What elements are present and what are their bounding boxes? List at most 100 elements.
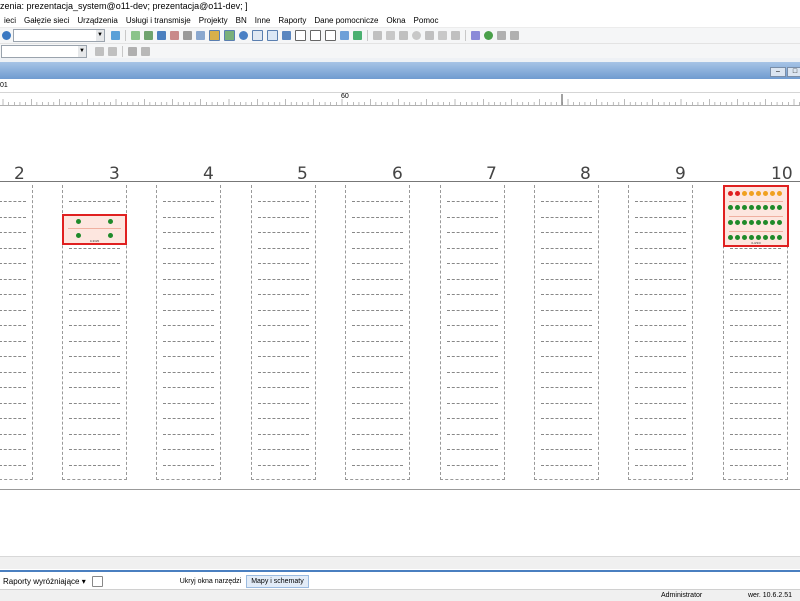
rack-slot[interactable] [163, 371, 214, 373]
rack-slot[interactable] [0, 418, 26, 419]
rack-slot[interactable] [541, 418, 592, 419]
menu-projekty[interactable]: Projekty [195, 16, 232, 25]
rack-slot[interactable] [352, 340, 403, 342]
rack-slot[interactable] [258, 464, 309, 466]
rack-slot[interactable] [352, 263, 403, 264]
rack-slot[interactable] [163, 294, 214, 295]
port-dot[interactable] [742, 235, 747, 240]
rack-slot[interactable] [163, 309, 214, 311]
port-dot[interactable] [770, 220, 775, 225]
rack-slot[interactable] [541, 263, 592, 264]
port-dot[interactable] [777, 205, 782, 210]
port-dot[interactable] [763, 220, 768, 225]
rack-slot[interactable] [352, 418, 403, 419]
export-icon[interactable] [438, 31, 447, 40]
rack-slot[interactable] [447, 464, 498, 466]
rack-slot[interactable] [541, 387, 592, 388]
rack-slot[interactable] [447, 340, 498, 342]
rack-slot[interactable] [635, 464, 686, 466]
node-icon[interactable] [471, 31, 480, 40]
port-dot[interactable] [76, 219, 81, 224]
rack-slot[interactable] [258, 309, 309, 311]
rack-slot[interactable] [447, 232, 498, 233]
rack-slot[interactable] [258, 263, 309, 264]
rack-slot[interactable] [635, 201, 686, 202]
port-dot[interactable] [770, 235, 775, 240]
rack-slot[interactable] [352, 247, 403, 249]
rack-slot[interactable] [163, 449, 214, 450]
rack-slot[interactable] [0, 340, 26, 342]
restore-icon[interactable]: □ [787, 67, 800, 77]
port-dot[interactable] [749, 220, 754, 225]
port-dot[interactable] [763, 235, 768, 240]
device-card[interactable]: 0-3/3/0 [723, 185, 789, 247]
rack-slot[interactable] [447, 263, 498, 264]
port-dot[interactable] [728, 220, 733, 225]
rack-slot[interactable] [163, 402, 214, 404]
rack-slot[interactable] [447, 201, 498, 202]
rack-slot[interactable] [541, 464, 592, 466]
rack-slot[interactable] [541, 325, 592, 326]
rack-slot[interactable] [730, 387, 781, 388]
rack-slot[interactable] [541, 294, 592, 295]
port-dot[interactable] [749, 205, 754, 210]
port-dot[interactable] [756, 205, 761, 210]
rack-slot[interactable] [541, 356, 592, 357]
rack-slot[interactable] [163, 278, 214, 280]
port-dot[interactable] [76, 233, 81, 238]
rack-slot[interactable] [69, 402, 120, 404]
rack-slot[interactable] [352, 309, 403, 311]
rack-slot[interactable] [635, 387, 686, 388]
rack-slot[interactable] [730, 325, 781, 326]
port-dot[interactable] [749, 235, 754, 240]
rack-slot[interactable] [635, 263, 686, 264]
rack-slot[interactable] [258, 278, 309, 280]
menu-inne[interactable]: Inne [251, 16, 275, 25]
rack-slot[interactable] [163, 232, 214, 233]
list-icon[interactable] [209, 30, 220, 41]
rack-slot[interactable] [69, 340, 120, 342]
rack-slot[interactable] [163, 356, 214, 357]
line-icon[interactable] [95, 46, 104, 56]
map-icon[interactable] [111, 31, 120, 40]
paste-icon[interactable] [425, 31, 434, 40]
rack-column[interactable] [440, 185, 505, 480]
rack-slot[interactable] [69, 387, 120, 388]
rack-slot[interactable] [258, 232, 309, 233]
layers-icon[interactable] [170, 31, 179, 40]
rack-slot[interactable] [447, 449, 498, 450]
rack-slot[interactable] [730, 433, 781, 435]
rack-slot[interactable] [541, 232, 592, 233]
close-icon[interactable] [141, 46, 150, 56]
menu-urzadzenia[interactable]: Urządzenia [73, 16, 121, 25]
rack-slot[interactable] [0, 294, 26, 295]
rack-slot[interactable] [352, 402, 403, 404]
rack-slot[interactable] [69, 418, 120, 419]
link-icon[interactable] [373, 31, 382, 40]
rack-slot[interactable] [69, 371, 120, 373]
rack-slot[interactable] [69, 464, 120, 466]
rack-slot[interactable] [541, 340, 592, 342]
rack-slot[interactable] [163, 325, 214, 326]
rack-slot[interactable] [730, 418, 781, 419]
node-icon[interactable] [353, 31, 362, 40]
rack-slot[interactable] [69, 449, 120, 450]
table-icon[interactable] [131, 31, 140, 40]
select-icon[interactable] [239, 31, 248, 40]
rack-slot[interactable] [635, 371, 686, 373]
rack-slot[interactable] [635, 294, 686, 295]
rack-slot[interactable] [69, 278, 120, 280]
rack-slot[interactable] [541, 433, 592, 435]
rack-slot[interactable] [541, 201, 592, 202]
rack-slot[interactable] [258, 371, 309, 373]
rack-slot[interactable] [0, 387, 26, 388]
rack-slot[interactable] [635, 325, 686, 326]
rack-slot[interactable] [0, 325, 26, 326]
rack-slot[interactable] [352, 387, 403, 388]
rack-slot[interactable] [163, 387, 214, 388]
rack-column[interactable] [0, 185, 33, 480]
zoom-icon[interactable] [325, 30, 336, 41]
layer-combo[interactable]: ▼ [1, 44, 87, 58]
port-dot[interactable] [735, 220, 740, 225]
chevron-down-icon[interactable]: ▼ [78, 45, 86, 57]
